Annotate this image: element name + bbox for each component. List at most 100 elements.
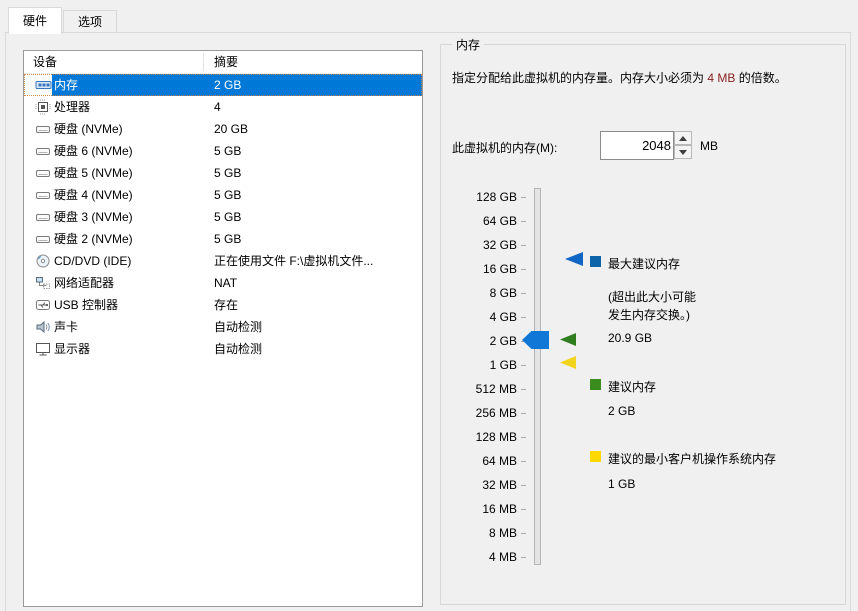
- device-name: USB 控制器: [52, 294, 204, 316]
- scale-tick: 4 MB: [440, 545, 526, 569]
- scale-tick: 16 MB: [440, 497, 526, 521]
- scale-label: 32 MB: [482, 478, 517, 492]
- max-memory-legend-icon: [590, 256, 601, 267]
- device-summary: 4: [204, 96, 422, 118]
- table-row-disk2[interactable]: 硬盘 2 (NVMe) 5 GB: [24, 228, 422, 250]
- table-row-disk4[interactable]: 硬盘 4 (NVMe) 5 GB: [24, 184, 422, 206]
- memory-unit-label: MB: [700, 139, 718, 153]
- tick-mark: [521, 413, 526, 414]
- device-summary: 5 GB: [204, 184, 422, 206]
- column-header-device[interactable]: 设备: [24, 53, 204, 71]
- disk-icon: [24, 165, 52, 181]
- scale-label: 4 MB: [489, 550, 517, 564]
- scale-label: 64 MB: [482, 454, 517, 468]
- table-row-cdrom[interactable]: CD/DVD (IDE) 正在使用文件 F:\虚拟机文件...: [24, 250, 422, 272]
- tick-mark: [521, 197, 526, 198]
- tick-mark: [521, 533, 526, 534]
- memory-size-label: 此虚拟机的内存(M):: [452, 139, 557, 156]
- disk-icon: [24, 121, 52, 137]
- device-summary: 正在使用文件 F:\虚拟机文件...: [204, 250, 422, 272]
- device-name: 声卡: [52, 316, 204, 338]
- disk-icon: [24, 187, 52, 203]
- table-header: 设备 摘要: [24, 51, 422, 74]
- table-row-network[interactable]: 网络适配器 NAT: [24, 272, 422, 294]
- device-summary: 5 GB: [204, 228, 422, 250]
- device-summary: 5 GB: [204, 206, 422, 228]
- tick-mark: [521, 293, 526, 294]
- memory-description: 指定分配给此虚拟机的内存量。内存大小必须为 4 MB 的倍数。: [452, 68, 844, 89]
- disk-icon: [24, 209, 52, 225]
- device-name: 硬盘 6 (NVMe): [52, 140, 204, 162]
- device-summary: 20 GB: [204, 118, 422, 140]
- table-row-disk5[interactable]: 硬盘 5 (NVMe) 5 GB: [24, 162, 422, 184]
- scale-tick: 128 MB: [440, 425, 526, 449]
- device-summary: 2 GB: [204, 74, 422, 96]
- recommended-memory-legend-icon: [590, 379, 601, 390]
- min-memory-value: 1 GB: [608, 477, 635, 491]
- device-name: 显示器: [52, 338, 204, 360]
- tick-mark: [521, 389, 526, 390]
- device-name: 硬盘 5 (NVMe): [52, 162, 204, 184]
- max-memory-value: 20.9 GB: [608, 331, 652, 345]
- scale-tick: 4 GB: [440, 305, 526, 329]
- tab-options[interactable]: 选项: [63, 10, 117, 33]
- max-memory-label: 最大建议内存: [608, 255, 680, 272]
- table-row-sound[interactable]: 声卡 自动检测: [24, 316, 422, 338]
- device-name: 硬盘 2 (NVMe): [52, 228, 204, 250]
- min-memory-legend-icon: [590, 451, 601, 462]
- tick-mark: [521, 509, 526, 510]
- scale-label: 16 MB: [482, 502, 517, 516]
- device-name: CD/DVD (IDE): [52, 250, 204, 272]
- scale-label: 1 GB: [490, 358, 517, 372]
- table-row-processors[interactable]: 处理器 4: [24, 96, 422, 118]
- spin-down-button[interactable]: [674, 145, 692, 159]
- scale-tick: 256 MB: [440, 401, 526, 425]
- min-memory-label: 建议的最小客户机操作系统内存: [608, 450, 776, 467]
- scale-tick: 64 MB: [440, 449, 526, 473]
- scale-tick: 128 GB: [440, 185, 526, 209]
- column-header-summary[interactable]: 摘要: [204, 53, 238, 71]
- scale-tick: 32 MB: [440, 473, 526, 497]
- spin-up-button[interactable]: [674, 131, 692, 145]
- table-row-disk6[interactable]: 硬盘 6 (NVMe) 5 GB: [24, 140, 422, 162]
- device-summary: 5 GB: [204, 162, 422, 184]
- tick-mark: [521, 557, 526, 558]
- table-row-memory[interactable]: 内存 2 GB: [24, 74, 422, 96]
- tick-mark: [521, 365, 526, 366]
- table-row-display[interactable]: 显示器 自动检测: [24, 338, 422, 360]
- scale-label: 128 GB: [476, 190, 517, 204]
- scale-tick: 8 MB: [440, 521, 526, 545]
- device-table: 设备 摘要 内存 2 GB 处理器 4 硬盘 (NVMe) 20 GB: [23, 50, 423, 607]
- up-arrow-icon: [679, 136, 687, 141]
- tick-mark: [521, 269, 526, 270]
- scale-label: 2 GB: [490, 334, 517, 348]
- disk-icon: [24, 231, 52, 247]
- tick-mark: [521, 245, 526, 246]
- memory-slider-track[interactable]: [534, 188, 541, 565]
- recommended-memory-value: 2 GB: [608, 404, 635, 418]
- description-text: 指定分配给此虚拟机的内存量。内存大小必须为: [452, 71, 707, 85]
- table-row-usb[interactable]: USB 控制器 存在: [24, 294, 422, 316]
- device-summary: 存在: [204, 294, 422, 316]
- device-summary: 自动检测: [204, 338, 422, 360]
- scale-label: 32 GB: [483, 238, 517, 252]
- memory-size-input[interactable]: [605, 133, 671, 158]
- device-name: 硬盘 4 (NVMe): [52, 184, 204, 206]
- network-icon: [24, 275, 52, 291]
- scale-label: 128 MB: [476, 430, 517, 444]
- device-name: 内存: [52, 74, 204, 96]
- memory-size-field: [600, 131, 674, 160]
- table-row-disk[interactable]: 硬盘 (NVMe) 20 GB: [24, 118, 422, 140]
- vm-settings-dialog: 硬件 选项 设备 摘要 内存 2 GB 处理器 4 硬盘 (NVMe: [0, 0, 858, 611]
- tab-hardware[interactable]: 硬件: [8, 7, 62, 34]
- tick-mark: [521, 485, 526, 486]
- device-summary: 5 GB: [204, 140, 422, 162]
- device-name: 硬盘 3 (NVMe): [52, 206, 204, 228]
- scale-tick: 512 MB: [440, 377, 526, 401]
- scale-label: 16 GB: [483, 262, 517, 276]
- device-summary: 自动检测: [204, 316, 422, 338]
- table-row-disk3[interactable]: 硬盘 3 (NVMe) 5 GB: [24, 206, 422, 228]
- scale-tick: 32 GB: [440, 233, 526, 257]
- disk-icon: [24, 143, 52, 159]
- max-memory-note: 发生内存交换。): [608, 306, 690, 323]
